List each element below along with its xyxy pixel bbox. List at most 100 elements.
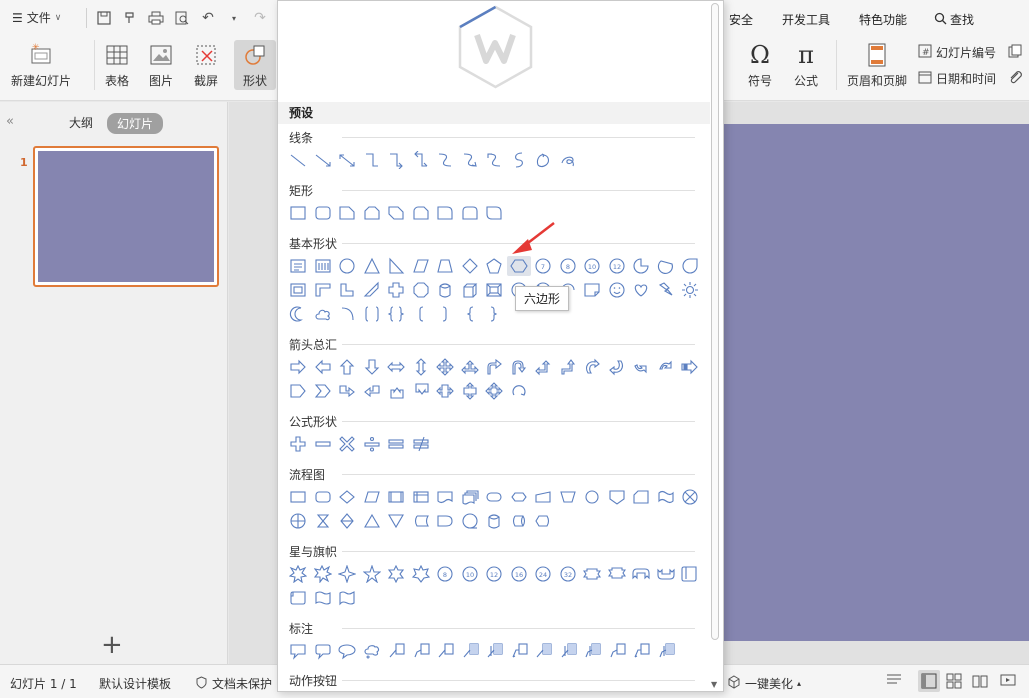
- shape-f-sum-icon[interactable]: [678, 487, 702, 507]
- shape-vtext-icon[interactable]: [311, 256, 335, 276]
- shape-oct-icon[interactable]: [409, 280, 433, 300]
- shape-moon-icon[interactable]: [286, 304, 310, 324]
- shape-f-pre-icon[interactable]: [384, 487, 408, 507]
- shape-squig-icon[interactable]: [507, 150, 531, 170]
- shape-ar-cl-icon[interactable]: [605, 357, 629, 377]
- shape-f-man-icon[interactable]: [531, 487, 555, 507]
- shape-line-icon[interactable]: [286, 150, 310, 170]
- shape-f-alt-icon[interactable]: [311, 487, 335, 507]
- shape-call-b2-icon[interactable]: [556, 641, 580, 661]
- shape-ar-lu-icon[interactable]: [531, 357, 555, 377]
- shape-ar-l-icon[interactable]: [311, 357, 335, 377]
- shape-t10-icon[interactable]: 10: [580, 256, 604, 276]
- print-preview-icon[interactable]: [172, 8, 192, 28]
- shape-smile-icon[interactable]: [605, 280, 629, 300]
- shape-elb-icon[interactable]: [360, 150, 384, 170]
- shape-round1-icon[interactable]: [433, 203, 457, 223]
- shape-crv3-icon[interactable]: [482, 150, 506, 170]
- shape-cube-icon[interactable]: [458, 280, 482, 300]
- shape-ar-cd-icon[interactable]: [654, 357, 678, 377]
- shape-lbrace-icon[interactable]: [458, 304, 482, 324]
- tab-developer[interactable]: 开发工具: [782, 11, 830, 28]
- shape-call-l2-icon[interactable]: [605, 641, 629, 661]
- shape-t8-icon[interactable]: 8: [556, 256, 580, 276]
- shape-snip1-icon[interactable]: [335, 203, 359, 223]
- shape-round3-icon[interactable]: [482, 203, 506, 223]
- protection-status[interactable]: 文档未保护: [195, 675, 272, 692]
- shape-ribbon-cu-icon[interactable]: [654, 564, 678, 584]
- tab-security[interactable]: 安全: [729, 11, 753, 28]
- shape-star7-icon[interactable]: [409, 564, 433, 584]
- chevron-down-icon[interactable]: ▾: [224, 8, 244, 28]
- shape-star-exp1-icon[interactable]: [286, 564, 310, 584]
- shape-f-prep-icon[interactable]: [507, 487, 531, 507]
- shape-ar-cud-icon[interactable]: [458, 381, 482, 401]
- shape-scroll-v-icon[interactable]: [678, 564, 702, 584]
- shape-call-l1-icon[interactable]: [384, 641, 408, 661]
- shape-rsnip-icon[interactable]: [409, 203, 433, 223]
- shape-ar-d-icon[interactable]: [360, 357, 384, 377]
- shape-ar-cl-l-icon[interactable]: [360, 381, 384, 401]
- shape-call-b2-icon[interactable]: [482, 641, 506, 661]
- shape-t24-icon[interactable]: 24: [531, 564, 555, 584]
- shape-pent-icon[interactable]: [482, 256, 506, 276]
- header-footer-button[interactable]: 页眉和页脚: [847, 42, 907, 89]
- tab-outline[interactable]: 大纲: [69, 114, 93, 131]
- shape-f-conn-icon[interactable]: [580, 487, 604, 507]
- shape-f-multi-icon[interactable]: [458, 487, 482, 507]
- shape-t10-icon[interactable]: 10: [458, 564, 482, 584]
- shape-plus-icon[interactable]: [286, 434, 310, 454]
- normal-view-icon[interactable]: [918, 670, 940, 692]
- shape-call-b1-icon[interactable]: [531, 641, 555, 661]
- shape-f-manop-icon[interactable]: [556, 487, 580, 507]
- shape-star5-icon[interactable]: [360, 564, 384, 584]
- shape-star4-icon[interactable]: [335, 564, 359, 584]
- shape-ar-u-icon[interactable]: [335, 357, 359, 377]
- shape-cross-icon[interactable]: [384, 280, 408, 300]
- shape-ar-pent-icon[interactable]: [286, 381, 310, 401]
- shape-ar-bent-icon[interactable]: [482, 357, 506, 377]
- scrollbar-thumb[interactable]: [711, 3, 719, 640]
- shape-ar-clr-icon[interactable]: [433, 381, 457, 401]
- shape-ar-str-icon[interactable]: [678, 357, 702, 377]
- shape-heart-icon[interactable]: [629, 280, 653, 300]
- shape-half-icon[interactable]: [311, 280, 335, 300]
- shape-diag-icon[interactable]: [360, 280, 384, 300]
- shape-bevel-icon[interactable]: [482, 280, 506, 300]
- shape-rrect-icon[interactable]: [311, 203, 335, 223]
- notes-toggle-icon[interactable]: [886, 673, 902, 687]
- shape-f-card-icon[interactable]: [629, 487, 653, 507]
- attachment-icon[interactable]: [1008, 70, 1022, 87]
- shape-dbrack-icon[interactable]: [360, 304, 384, 324]
- shape-rbrack-icon[interactable]: [433, 304, 457, 324]
- shape-round2-icon[interactable]: [458, 203, 482, 223]
- shape-textbox-icon[interactable]: [286, 256, 310, 276]
- symbol-button[interactable]: Ω 符号: [747, 41, 773, 89]
- shape-bolt-icon[interactable]: [654, 280, 678, 300]
- shape-call-rect-icon[interactable]: [286, 641, 310, 661]
- screenshot-button[interactable]: 截屏: [193, 42, 219, 89]
- shape-t12-icon[interactable]: 12: [482, 564, 506, 584]
- shape-call-b1-icon[interactable]: [458, 641, 482, 661]
- shape-rect-icon[interactable]: [286, 203, 310, 223]
- shape-f-direct-icon[interactable]: [507, 511, 531, 531]
- shape-t7-icon[interactable]: 7: [531, 256, 555, 276]
- shape-circ-icon[interactable]: [335, 256, 359, 276]
- shape-wave-icon[interactable]: [311, 588, 335, 608]
- search-button[interactable]: 查找: [934, 11, 974, 28]
- new-slide-button[interactable]: ✳ 新建幻灯片: [11, 42, 71, 89]
- shape-call-rr-icon[interactable]: [311, 641, 335, 661]
- shape-ribbon-d-icon[interactable]: [580, 564, 604, 584]
- shape-f-proc-icon[interactable]: [286, 487, 310, 507]
- slide-number-button[interactable]: # 幻灯片编号: [918, 44, 996, 61]
- shape-ribbon-c-icon[interactable]: [629, 564, 653, 584]
- shape-f-coll-icon[interactable]: [311, 511, 335, 531]
- format-painter-icon[interactable]: [120, 8, 140, 28]
- shape-blob-icon[interactable]: [531, 150, 555, 170]
- shape-mult-icon[interactable]: [335, 434, 359, 454]
- shape-ar-lr-icon[interactable]: [384, 357, 408, 377]
- tab-slides[interactable]: 幻灯片: [107, 113, 164, 134]
- shape-crv-icon[interactable]: [433, 150, 457, 170]
- shape-ar-chev-icon[interactable]: [311, 381, 335, 401]
- shape-f-or-icon[interactable]: [286, 511, 310, 531]
